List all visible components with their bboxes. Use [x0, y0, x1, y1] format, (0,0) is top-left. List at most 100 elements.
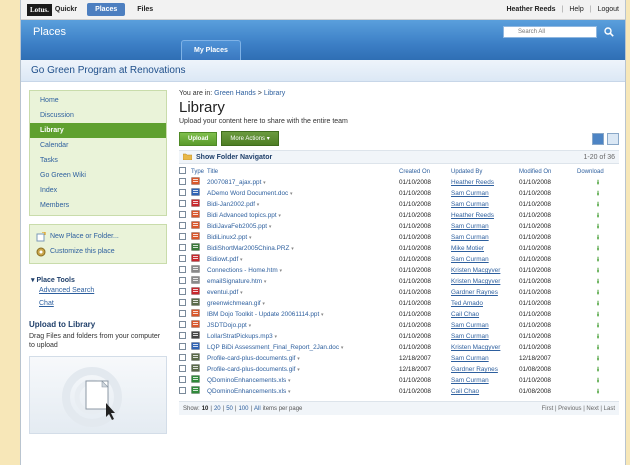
file-menu-icon[interactable]: ▾: [297, 367, 300, 373]
table-row[interactable]: Profile-card-plus-documents.gif ▾ 12/18/2…: [179, 353, 619, 364]
logout-link[interactable]: Logout: [598, 6, 619, 13]
table-row[interactable]: Connections - Home.htm ▾ 01/10/2008 Kriste…: [179, 265, 619, 276]
list-view-icon[interactable]: [592, 132, 604, 145]
file-menu-icon[interactable]: ▾: [297, 356, 300, 362]
new-place-link[interactable]: New Place or Folder...: [36, 229, 160, 244]
file-title-link[interactable]: BidiLinux2.ppt ▾: [207, 234, 251, 241]
download-icon[interactable]: ⭳: [577, 364, 619, 375]
more-actions-button[interactable]: More Actions ▾: [221, 131, 279, 146]
upload-drop-zone[interactable]: [29, 356, 167, 434]
tab-files[interactable]: Files: [129, 3, 161, 16]
table-row[interactable]: LQP BiDi Assessment_Final_Report_2Jan.do…: [179, 342, 619, 353]
updated-by-link[interactable]: Sam Curman: [451, 223, 489, 230]
file-menu-icon[interactable]: ▾: [257, 202, 260, 208]
row-checkbox[interactable]: [179, 375, 186, 383]
file-menu-icon[interactable]: ▾: [279, 268, 282, 274]
row-checkbox[interactable]: [179, 177, 186, 185]
file-menu-icon[interactable]: ▾: [321, 312, 324, 318]
page-size-option[interactable]: 50: [226, 406, 233, 412]
file-menu-icon[interactable]: ▾: [288, 378, 291, 384]
row-checkbox[interactable]: [179, 188, 186, 196]
col-updated-by[interactable]: Updated By: [451, 166, 519, 177]
row-checkbox[interactable]: [179, 232, 186, 240]
download-icon[interactable]: ⭳: [577, 353, 619, 364]
customize-link[interactable]: Customize this place: [36, 244, 160, 259]
row-checkbox[interactable]: [179, 353, 186, 361]
table-row[interactable]: Profile-card-plus-documents.gif ▾ 12/18/2…: [179, 364, 619, 375]
advanced-search-link[interactable]: Advanced Search: [29, 284, 167, 297]
updated-by-link[interactable]: Sam Curman: [451, 256, 489, 263]
row-checkbox[interactable]: [179, 243, 186, 251]
updated-by-link[interactable]: Gardner Raynes: [451, 289, 498, 296]
file-title-link[interactable]: ADemo Word Document.doc ▾: [207, 190, 293, 197]
updated-by-link[interactable]: Sam Curman: [451, 190, 489, 197]
updated-by-link[interactable]: Sam Curman: [451, 355, 489, 362]
file-title-link[interactable]: BidiJavaFeb2005.ppt ▾: [207, 223, 271, 230]
table-row[interactable]: greenwichmean.gif ▾ 01/10/2008 Ted Amado 01…: [179, 298, 619, 309]
updated-by-link[interactable]: Kristen Macgyver: [451, 278, 500, 285]
file-title-link[interactable]: QDominoEnhancements.xls ▾: [207, 388, 291, 395]
row-checkbox[interactable]: [179, 331, 186, 339]
row-checkbox[interactable]: [179, 221, 186, 229]
download-icon[interactable]: ⭳: [577, 188, 619, 199]
nav-item-discussion[interactable]: Discussion: [30, 108, 166, 123]
file-title-link[interactable]: 20070817_ajax.ppt ▾: [207, 179, 266, 186]
file-title-link[interactable]: eventui.pdf ▾: [207, 289, 243, 296]
table-row[interactable]: Bidi-Jan2002.pdf ▾ 01/10/2008 Sam Curman 01…: [179, 199, 619, 210]
download-icon[interactable]: ⭳: [577, 243, 619, 254]
file-menu-icon[interactable]: ▾: [290, 191, 293, 197]
file-title-link[interactable]: Bidiowt.pdf ▾: [207, 256, 243, 263]
col-created[interactable]: Created On: [399, 166, 451, 177]
page-size-option[interactable]: All: [254, 406, 261, 412]
nav-item-members[interactable]: Members: [30, 198, 166, 213]
table-row[interactable]: LollarStratPickups.mp3 ▾ 01/10/2008 Sam Cu…: [179, 331, 619, 342]
file-menu-icon[interactable]: ▾: [264, 279, 267, 285]
download-icon[interactable]: ⭳: [577, 221, 619, 232]
updated-by-link[interactable]: Kristen Macgyver: [451, 267, 500, 274]
file-menu-icon[interactable]: ▾: [249, 235, 252, 241]
row-checkbox[interactable]: [179, 287, 186, 295]
download-icon[interactable]: ⭳: [577, 276, 619, 287]
download-icon[interactable]: ⭳: [577, 298, 619, 309]
download-icon[interactable]: ⭳: [577, 386, 619, 397]
search-input[interactable]: Search All: [503, 26, 597, 38]
row-checkbox[interactable]: [179, 309, 186, 317]
upload-button[interactable]: Upload: [179, 131, 218, 146]
row-checkbox[interactable]: [179, 298, 186, 306]
file-menu-icon[interactable]: ▾: [341, 345, 344, 351]
download-icon[interactable]: ⭳: [577, 287, 619, 298]
file-title-link[interactable]: BidiShortMar2005China.PRZ ▾: [207, 245, 294, 252]
file-title-link[interactable]: Profile-card-plus-documents.gif ▾: [207, 355, 300, 362]
page-size-option[interactable]: 100: [238, 406, 248, 412]
breadcrumb-current[interactable]: Library: [264, 90, 285, 97]
page-size-option[interactable]: 10: [202, 406, 209, 412]
row-checkbox[interactable]: [179, 364, 186, 372]
file-menu-icon[interactable]: ▾: [240, 257, 243, 263]
updated-by-link[interactable]: Sam Curman: [451, 322, 489, 329]
file-title-link[interactable]: Bidi Advanced topics.ppt ▾: [207, 212, 281, 219]
table-row[interactable]: BidiLinux2.ppt ▾ 01/10/2008 Sam Curman 01/1…: [179, 232, 619, 243]
file-menu-icon[interactable]: ▾: [275, 334, 278, 340]
table-row[interactable]: Bidi Advanced topics.ppt ▾ 01/10/2008 Heat…: [179, 210, 619, 221]
page-size-option[interactable]: 20: [214, 406, 221, 412]
updated-by-link[interactable]: Sam Curman: [451, 201, 489, 208]
file-title-link[interactable]: LollarStratPickups.mp3 ▾: [207, 333, 277, 340]
table-row[interactable]: QDominoEnhancements.xls ▾ 01/10/2008 Cail …: [179, 386, 619, 397]
nav-item-calendar[interactable]: Calendar: [30, 138, 166, 153]
row-checkbox[interactable]: [179, 276, 186, 284]
table-row[interactable]: emailSignature.htm ▾ 01/10/2008 Kristen Ma…: [179, 276, 619, 287]
updated-by-link[interactable]: Mike Motier: [451, 245, 484, 252]
table-row[interactable]: JSDTDojo.ppt ▾ 01/10/2008 Sam Curman 01/10/…: [179, 320, 619, 331]
updated-by-link[interactable]: Gardner Raynes: [451, 366, 498, 373]
row-checkbox[interactable]: [179, 320, 186, 328]
user-name[interactable]: Heather Reeds: [506, 6, 555, 13]
file-title-link[interactable]: greenwichmean.gif ▾: [207, 300, 265, 307]
table-row[interactable]: BidiJavaFeb2005.ppt ▾ 01/10/2008 Sam Curma…: [179, 221, 619, 232]
row-checkbox[interactable]: [179, 254, 186, 262]
row-checkbox[interactable]: [179, 199, 186, 207]
file-menu-icon[interactable]: ▾: [291, 246, 294, 252]
download-icon[interactable]: ⭳: [577, 232, 619, 243]
download-icon[interactable]: ⭳: [577, 177, 619, 188]
download-icon[interactable]: ⭳: [577, 309, 619, 320]
nav-item-library[interactable]: Library: [30, 123, 166, 138]
